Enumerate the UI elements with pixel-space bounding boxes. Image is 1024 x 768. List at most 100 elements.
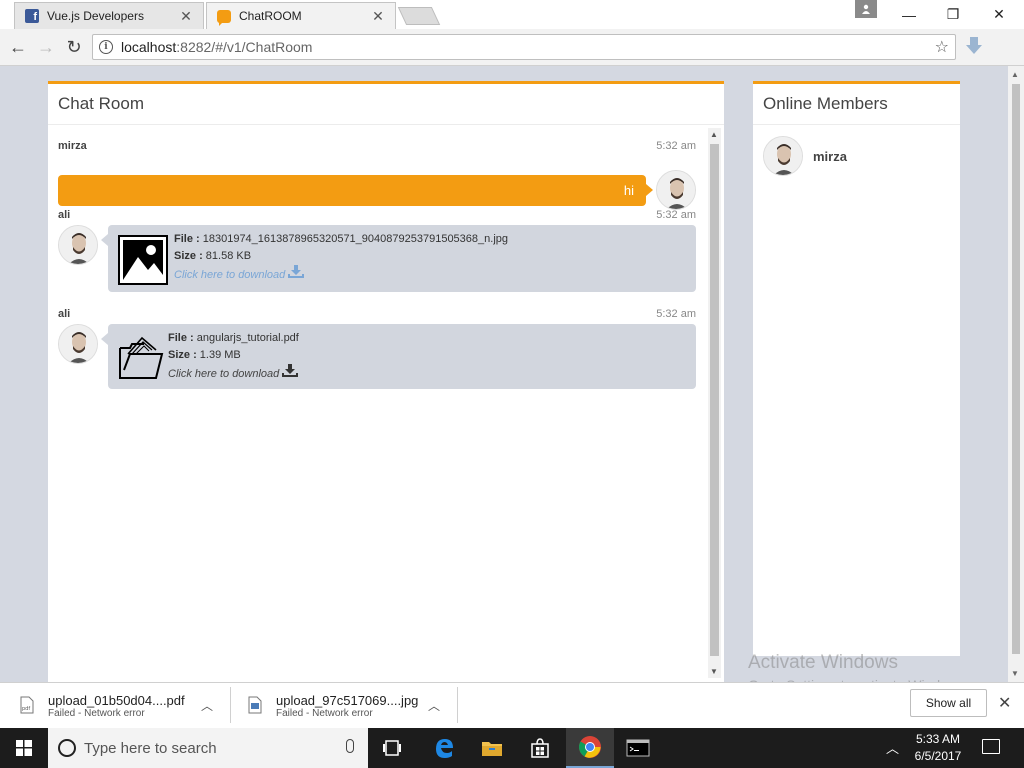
file-label: File : bbox=[168, 332, 194, 344]
chevron-up-icon[interactable]: ︿ bbox=[428, 697, 440, 714]
pdf-file-icon: pdf bbox=[20, 696, 34, 717]
star-icon[interactable]: ☆ bbox=[935, 37, 949, 57]
member-name: mirza bbox=[813, 148, 847, 164]
file-name: 18301974_1613878965320571_90408792537915… bbox=[202, 233, 509, 245]
message-header: ali 5:32 am bbox=[58, 308, 696, 320]
reload-icon[interactable]: ↻ bbox=[62, 35, 86, 59]
new-tab-button[interactable] bbox=[397, 7, 441, 25]
svg-text:pdf: pdf bbox=[22, 706, 30, 712]
edge-icon[interactable] bbox=[420, 728, 468, 768]
message-username: mirza bbox=[58, 140, 87, 152]
panel-title: Online Members bbox=[753, 84, 960, 125]
image-file-icon bbox=[118, 235, 168, 288]
restore-button[interactable]: ❐ bbox=[930, 0, 976, 29]
file-label: File : bbox=[174, 233, 200, 245]
download-link-text[interactable]: Click here to download bbox=[168, 368, 279, 380]
terminal-icon[interactable] bbox=[614, 728, 662, 768]
windows-start-icon[interactable] bbox=[0, 728, 48, 768]
microphone-icon[interactable] bbox=[346, 739, 354, 753]
divider bbox=[457, 687, 458, 723]
online-members-panel: Online Members mirza bbox=[753, 81, 960, 656]
back-icon[interactable]: ← bbox=[6, 35, 30, 59]
message-time: 5:32 am bbox=[656, 209, 696, 221]
avatar bbox=[763, 136, 803, 176]
file-details: File : angularjs_tutorial.pdf Size : 1.3… bbox=[168, 330, 299, 383]
size-label: Size : bbox=[168, 349, 197, 361]
clock-time: 5:33 AM bbox=[915, 732, 961, 746]
download-link[interactable]: Click here to download bbox=[168, 364, 299, 383]
notification-icon[interactable] bbox=[982, 739, 1000, 754]
download-item[interactable]: upload_97c517069....jpg Failed - Network… bbox=[248, 687, 418, 725]
scroll-up-icon[interactable]: ▲ bbox=[1011, 70, 1019, 79]
download-link-text[interactable]: Click here to download bbox=[174, 269, 285, 281]
profile-icon[interactable] bbox=[855, 0, 877, 18]
cortana-icon bbox=[58, 739, 76, 757]
close-window-button[interactable]: ✕ bbox=[976, 0, 1022, 29]
info-icon[interactable]: i bbox=[99, 40, 113, 54]
close-icon[interactable]: ✕ bbox=[998, 693, 1011, 713]
size-label: Size : bbox=[174, 250, 203, 262]
chrome-icon[interactable] bbox=[566, 728, 614, 768]
avatar bbox=[58, 324, 98, 364]
divider bbox=[230, 687, 231, 723]
chat-scrollbar[interactable]: ▲ ▼ bbox=[708, 128, 721, 678]
search-placeholder: Type here to search bbox=[84, 739, 217, 757]
tab-vuejs-developers[interactable]: f Vue.js Developers ✕ bbox=[14, 2, 204, 29]
scroll-down-icon[interactable]: ▼ bbox=[710, 667, 718, 676]
download-status: Failed - Network error bbox=[276, 708, 373, 719]
page-scrollbar[interactable]: ▲ ▼ bbox=[1008, 66, 1024, 682]
message-time: 5:32 am bbox=[656, 308, 696, 320]
show-all-button[interactable]: Show all bbox=[910, 689, 987, 717]
download-shelf: pdf upload_01b50d04....pdf Failed - Netw… bbox=[0, 682, 1024, 728]
file-message-bubble: File : angularjs_tutorial.pdf Size : 1.3… bbox=[101, 324, 696, 389]
download-status: Failed - Network error bbox=[48, 708, 145, 719]
chat-messages: mirza 5:32 am hi ali 5:32 am File: 1830… bbox=[48, 128, 708, 682]
message-header: mirza 5:32 am bbox=[58, 140, 696, 152]
chat-icon bbox=[217, 9, 231, 26]
facebook-icon: f bbox=[25, 9, 39, 23]
file-name: angularjs_tutorial.pdf bbox=[196, 332, 299, 344]
scrollbar-thumb[interactable] bbox=[710, 144, 719, 656]
file-details: File : 18301974_1613878965320571_9040879… bbox=[174, 231, 508, 284]
file-explorer-icon[interactable] bbox=[468, 728, 516, 768]
minimize-button[interactable]: — bbox=[886, 0, 932, 29]
folder-file-icon bbox=[118, 336, 164, 383]
tab-title: ChatROOM bbox=[239, 9, 302, 23]
page-content: Chat Room mirza 5:32 am hi ali 5:32 am F… bbox=[0, 66, 1008, 682]
message-time: 5:32 am bbox=[656, 140, 696, 152]
scroll-up-icon[interactable]: ▲ bbox=[710, 130, 718, 139]
address-bar[interactable]: i localhost :8282/#/v1/ChatRoom ☆ bbox=[92, 34, 956, 60]
scroll-down-icon[interactable]: ▼ bbox=[1011, 669, 1019, 678]
panel-title: Chat Room bbox=[48, 84, 724, 125]
task-view-icon[interactable] bbox=[368, 728, 416, 768]
store-icon[interactable] bbox=[516, 728, 564, 768]
browser-titlebar: f Vue.js Developers ✕ ChatROOM ✕ — ❐ ✕ bbox=[0, 0, 1024, 29]
member-item[interactable]: mirza bbox=[763, 136, 847, 176]
watermark-title: Activate Windows bbox=[748, 652, 898, 673]
clock-date: 6/5/2017 bbox=[914, 749, 962, 763]
download-extension-icon[interactable] bbox=[964, 35, 984, 57]
download-link[interactable]: Click here to download bbox=[174, 265, 508, 284]
windows-taskbar: Type here to search ︿ 5:33 AM 6/5/2017 bbox=[0, 728, 1024, 768]
message-bubble: hi bbox=[58, 175, 653, 206]
browser-toolbar: ← → ↻ i localhost :8282/#/v1/ChatRoom ☆ bbox=[0, 29, 1024, 66]
download-item[interactable]: pdf upload_01b50d04....pdf Failed - Netw… bbox=[20, 687, 185, 725]
taskbar-search-input[interactable]: Type here to search bbox=[48, 728, 368, 768]
download-icon[interactable] bbox=[288, 265, 305, 281]
forward-icon[interactable]: → bbox=[34, 35, 58, 59]
close-icon[interactable]: ✕ bbox=[371, 8, 385, 25]
chevron-up-icon[interactable]: ︿ bbox=[201, 697, 213, 714]
tab-chatroom[interactable]: ChatROOM ✕ bbox=[206, 2, 396, 29]
url-path: :8282/#/v1/ChatRoom bbox=[176, 39, 313, 55]
message-username: ali bbox=[58, 209, 71, 221]
download-file-name: upload_01b50d04....pdf bbox=[48, 693, 185, 708]
avatar bbox=[656, 170, 696, 210]
file-size: 81.58 KB bbox=[205, 250, 252, 262]
scrollbar-thumb[interactable] bbox=[1012, 84, 1020, 654]
chevron-up-icon[interactable]: ︿ bbox=[886, 738, 899, 757]
message-username: ali bbox=[58, 308, 71, 320]
message-header: ali 5:32 am bbox=[58, 209, 696, 221]
taskbar-clock[interactable]: 5:33 AM 6/5/2017 bbox=[908, 731, 968, 765]
download-icon[interactable] bbox=[282, 364, 299, 380]
close-icon[interactable]: ✕ bbox=[179, 8, 193, 25]
